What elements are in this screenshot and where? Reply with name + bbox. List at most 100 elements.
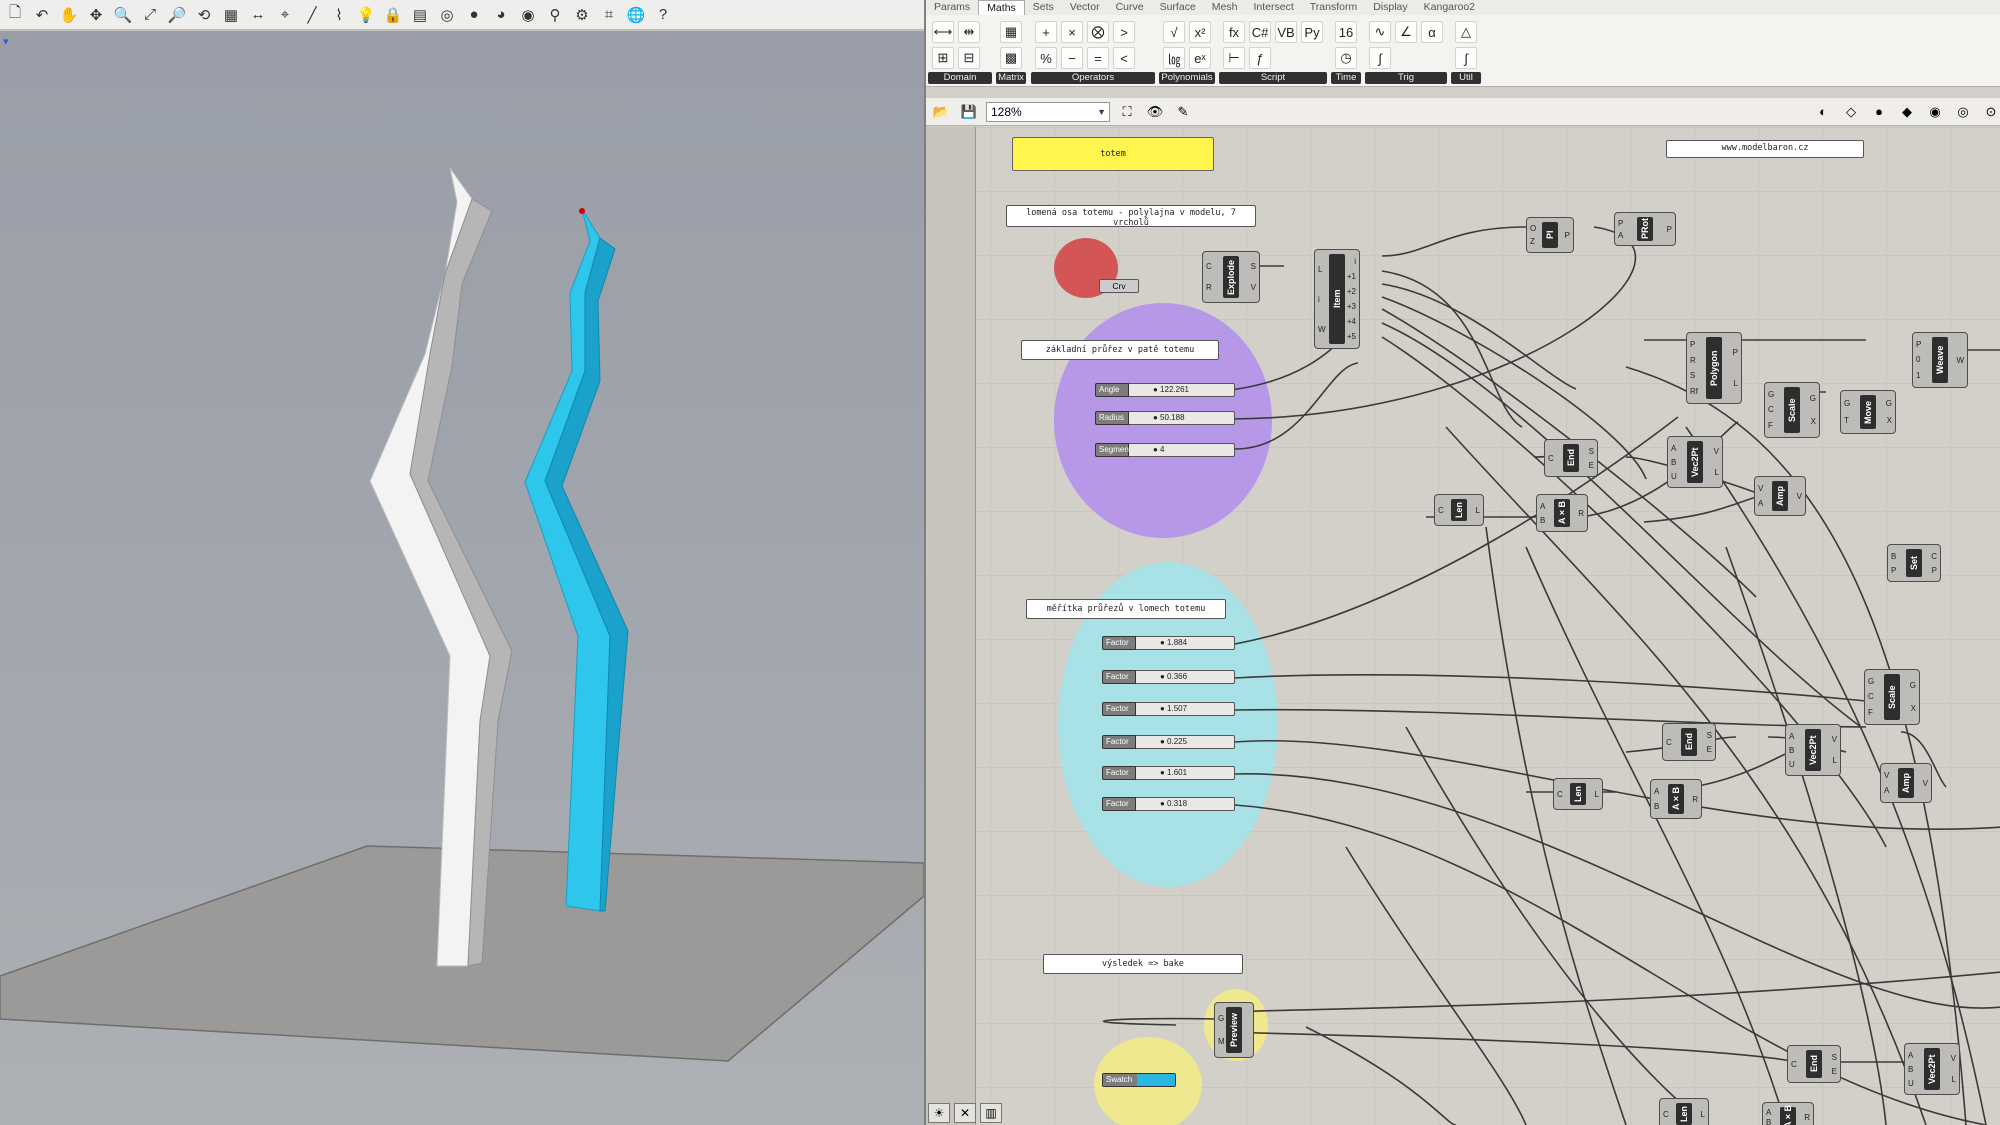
component-scale1[interactable]: G C F Scale G X [1764,382,1820,438]
output-port[interactable]: V [1714,447,1719,456]
input-port[interactable]: A [1789,732,1795,741]
component-weave[interactable]: P 0 1 Weave W [1912,332,1968,388]
slider-radius[interactable]: Radius ● 50.188 [1095,411,1235,425]
deconstruct-domain-icon[interactable]: ⊟ [958,47,980,69]
ribbon-group-label[interactable]: Trig [1365,72,1447,84]
input-port[interactable]: C [1791,1060,1797,1069]
input-port[interactable]: A [1884,786,1889,795]
util-icon[interactable]: △ [1455,21,1477,43]
matrix-icon[interactable]: ▦ [1000,21,1022,43]
slider-track[interactable]: ● 1.601 [1136,766,1235,780]
output-port[interactable]: G [1910,681,1916,690]
filter-icon[interactable]: ⚲ [544,4,566,26]
output-port[interactable]: V [1951,1054,1956,1063]
tab-intersect[interactable]: Intersect [1245,0,1301,15]
python-icon[interactable]: Py [1301,21,1323,43]
output-port[interactable]: L [1595,790,1599,799]
output-port[interactable]: S [1251,262,1256,271]
component-axb2[interactable]: A B A×B R [1650,779,1702,819]
slider-track[interactable]: ● 122.261 [1129,383,1235,397]
polyline-icon[interactable]: ⌇ [328,4,350,26]
calendar-icon[interactable]: 16 [1335,21,1357,43]
input-port[interactable]: B [1671,458,1677,467]
new-file-icon[interactable]: 🗋 [4,4,26,26]
input-port[interactable]: R [1690,356,1698,365]
four-viewports-icon[interactable]: ▦ [220,4,242,26]
multiplication-icon[interactable]: × [1061,21,1083,43]
input-port[interactable]: B [1789,746,1795,755]
tab-surface[interactable]: Surface [1152,0,1204,15]
output-port[interactable]: G [1810,394,1816,403]
slider-factor[interactable]: Factor ● 1.507 [1102,702,1235,716]
input-port[interactable]: P [1891,566,1896,575]
slider-segments[interactable]: Segments ● 4 [1095,443,1235,457]
slider-track[interactable]: ● 0.366 [1136,670,1235,684]
input-port[interactable]: F [1868,708,1874,717]
input-port[interactable]: 1 [1916,371,1921,380]
open-file-icon[interactable]: 📂 [930,101,952,123]
smaller-icon[interactable]: < [1113,47,1135,69]
input-port[interactable]: A [1908,1051,1914,1060]
component-move[interactable]: G T Move G X [1840,390,1896,434]
sketch-icon[interactable]: ✎ [1172,101,1194,123]
slider-track[interactable]: ● 1.507 [1136,702,1235,716]
output-port[interactable]: X [1910,704,1916,713]
swatch-color[interactable] [1137,1074,1175,1086]
output-port[interactable]: V [1251,283,1256,292]
lock-icon[interactable]: 🔒 [382,4,404,26]
ribbon-group-label[interactable]: Polynomials [1159,72,1215,84]
angle-icon[interactable]: ∠ [1395,21,1417,43]
input-port[interactable]: Rf [1690,387,1698,396]
color-wheel-icon[interactable]: ◎ [436,4,458,26]
component-axb1[interactable]: A B A×B R [1536,494,1588,532]
csharp-icon[interactable]: C# [1249,21,1271,43]
ribbon-group-label[interactable]: Operators [1031,72,1155,84]
close-icon[interactable]: ✕ [954,1103,976,1123]
input-port[interactable]: W [1318,325,1326,334]
fx-icon[interactable]: ƒ [1249,47,1271,69]
options-icon[interactable]: ⚙ [571,4,593,26]
exponent-icon[interactable]: eˣ [1189,47,1211,69]
component-explode[interactable]: C R Explode S V [1202,251,1260,303]
shaded-preview-icon[interactable]: ● [1868,101,1890,123]
swatch-param[interactable]: Swatch [1102,1073,1176,1087]
output-port[interactable]: L [1733,379,1738,388]
output-port[interactable]: +4 [1347,317,1356,326]
component-preview[interactable]: G M Preview [1214,1002,1254,1058]
output-port[interactable]: X [1810,417,1816,426]
output-port[interactable]: L [1951,1075,1956,1084]
output-port[interactable]: V [1832,735,1837,744]
preview-eye-icon[interactable]: 👁 [1144,101,1166,123]
component-end2[interactable]: C End S E [1662,723,1716,761]
component-polygon[interactable]: P R S Rf Polygon P L [1686,332,1742,404]
component-vec2pt1[interactable]: A B U Vec2Pt V L [1667,436,1723,488]
component-amp2[interactable]: V A Amp V [1880,763,1932,803]
tab-sets[interactable]: Sets [1025,0,1062,15]
output-port[interactable]: C [1931,552,1937,561]
input-port[interactable]: M [1218,1037,1225,1046]
color-preview-icon[interactable]: ◉ [1924,101,1946,123]
panel-website[interactable]: www.modelbaron.cz [1666,140,1864,158]
component-len1[interactable]: C Len L [1434,494,1484,526]
zoom-extents-icon[interactable]: ⛶ [1116,101,1138,123]
output-port[interactable]: +1 [1347,272,1356,281]
input-port[interactable]: U [1671,472,1677,481]
input-port[interactable]: R [1206,283,1212,292]
input-port[interactable]: B [1654,802,1659,811]
input-port[interactable]: A [1540,502,1545,511]
tab-vector[interactable]: Vector [1062,0,1108,15]
input-port[interactable]: B [1908,1065,1914,1074]
output-port[interactable]: L [1832,756,1837,765]
zoom-extents-icon[interactable]: ⤢ [139,4,161,26]
output-port[interactable]: P [1667,225,1672,234]
input-port[interactable]: G [1768,390,1774,399]
component-axb3[interactable]: A B A×B R [1762,1102,1814,1125]
alpha-icon[interactable]: α [1421,21,1443,43]
input-port[interactable]: S [1690,371,1698,380]
input-port[interactable]: V [1758,484,1763,493]
output-port[interactable]: +5 [1347,332,1356,341]
output-port[interactable]: L [1476,506,1480,515]
util-2-icon[interactable]: ∫ [1455,47,1477,69]
slider-factor[interactable]: Factor ● 0.225 [1102,735,1235,749]
gate-icon[interactable]: ⨂ [1087,21,1109,43]
